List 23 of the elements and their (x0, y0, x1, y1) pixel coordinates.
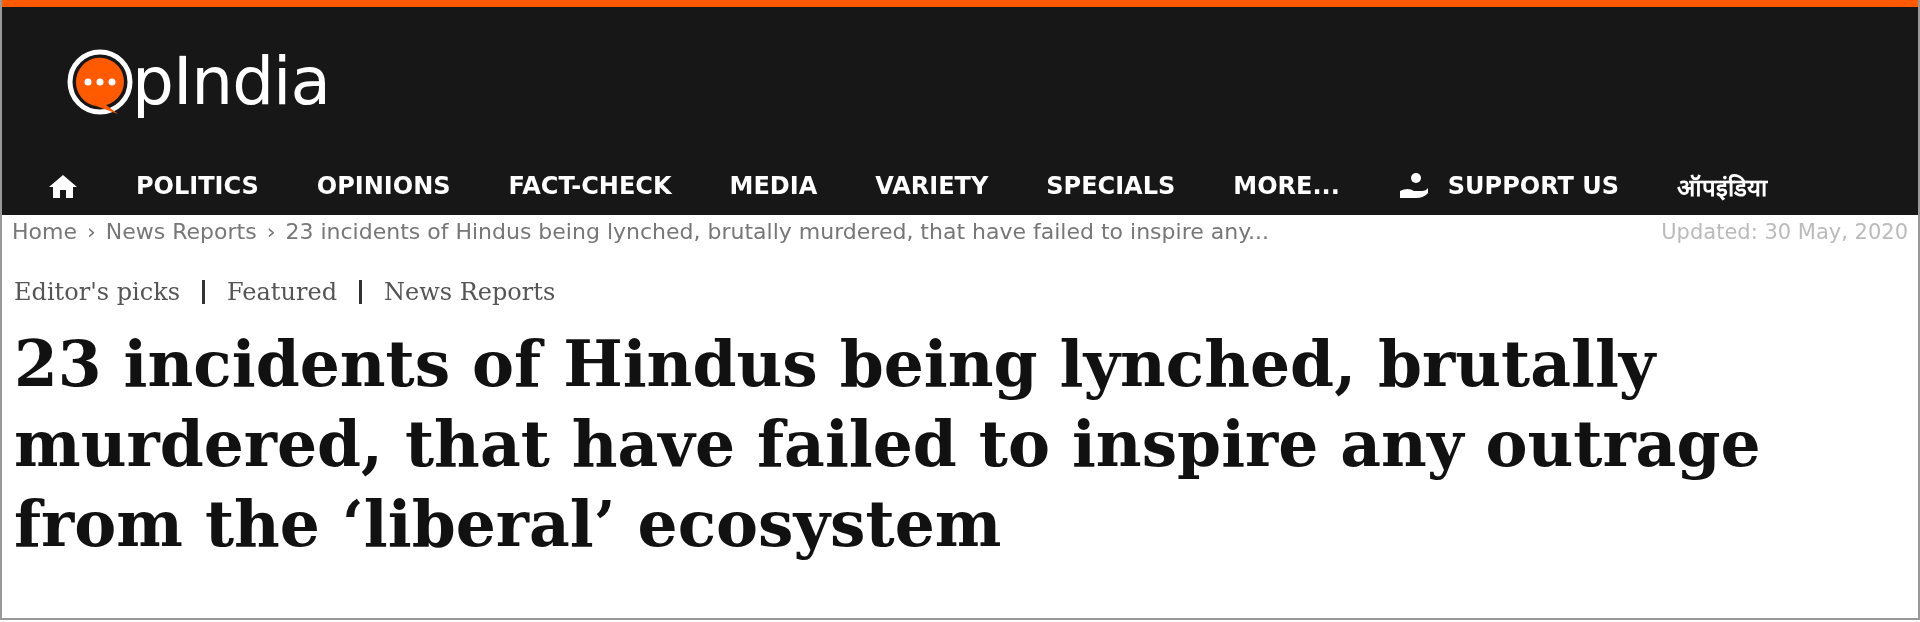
updated-date: Updated: 30 May, 2020 (1661, 219, 1908, 244)
nav-link[interactable]: MORE... (1233, 172, 1340, 200)
breadcrumb-separator: › (266, 219, 276, 244)
breadcrumb-link[interactable]: Home (12, 219, 77, 244)
nav-link[interactable]: POLITICS (136, 172, 259, 200)
home-link[interactable] (48, 173, 78, 199)
hand-coin-icon (1397, 171, 1430, 201)
breadcrumb-separator: › (86, 219, 96, 244)
nav-link[interactable]: VARIETY (875, 172, 989, 200)
home-icon (48, 173, 78, 199)
category-link[interactable]: News Reports (384, 278, 556, 306)
nav-link[interactable]: ऑपइंडिया (1677, 169, 1768, 203)
category-link[interactable]: Featured (227, 278, 337, 306)
breadcrumb-link[interactable]: 23 incidents of Hindus being lynched, brutally murdered, that have failed to inspire any... (285, 219, 1269, 244)
nav-link[interactable]: MEDIA (729, 172, 818, 200)
nav-link-label[interactable]: SUPPORT US (1447, 172, 1620, 200)
nav-link[interactable]: SUPPORT US (1397, 171, 1620, 201)
breadcrumb-link[interactable]: News Reports (105, 219, 257, 244)
nav-link[interactable]: OPINIONS (316, 172, 451, 200)
nav-link[interactable]: SPECIALS (1046, 172, 1176, 200)
article-headline: 23 incidents of Hindus being lynched, brutally murdered, that have failed to inspire any outrage from the ‘liberal’ ecosystem (14, 326, 1762, 563)
category-link[interactable]: Editor's picks (14, 278, 180, 306)
nav-link[interactable]: FACT-CHECK (508, 172, 672, 200)
